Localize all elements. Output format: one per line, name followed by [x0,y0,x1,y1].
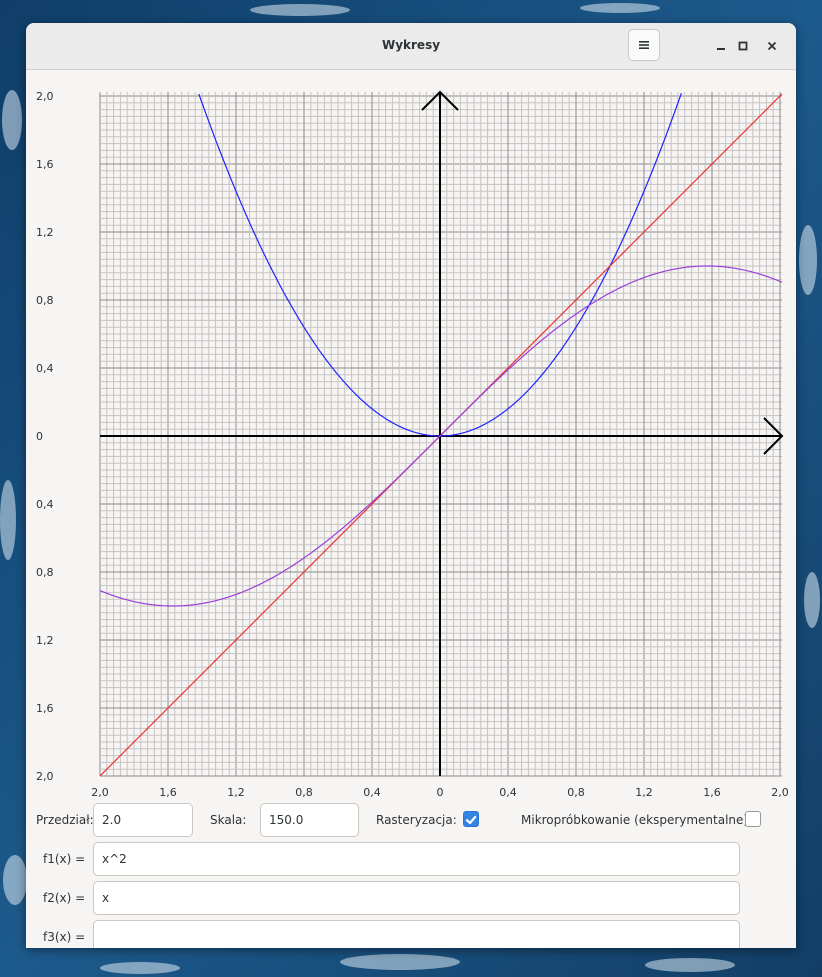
f1-input[interactable]: x^2 [93,842,740,876]
maximize-button[interactable] [732,35,754,57]
menu-button[interactable] [628,29,660,61]
y-tick-label: 1,2 [36,634,54,647]
f2-label: f2(x) = [43,891,86,905]
f2-input[interactable]: x [93,881,740,915]
function-plot[interactable]: 2,0 1,6 1,2 0,8 0,4 0 0,4 0,8 1,2 1,6 2,0 2,0 1,6 1,2… [26,70,796,810]
y-tick-label: 1,2 [36,226,54,239]
minimize-button[interactable] [710,35,732,57]
rasteryzacja-label: Rasteryzacja: [376,813,457,827]
titlebar: Wykresy [26,23,796,70]
close-icon [767,41,777,51]
x-tick-label: 2,0 [771,786,789,799]
przedzial-label: Przedział: [36,813,94,827]
menu-icon [639,41,649,49]
mikroprobkowanie-checkbox[interactable] [745,811,761,827]
x-tick-label: 0,4 [499,786,517,799]
f3-input[interactable] [93,920,740,948]
y-tick-label: 0,4 [36,362,54,375]
maximize-icon [738,41,748,51]
y-tick-label: 0,4 [36,498,54,511]
x-tick-label: 0,8 [295,786,313,799]
checkmark-icon [465,815,477,825]
x-tick-label: 0 [437,786,444,799]
skala-input[interactable]: 150.0 [260,803,359,837]
plot-area: 2,0 1,6 1,2 0,8 0,4 0 0,4 0,8 1,2 1,6 2,0 2,0 1,6 1,2… [26,70,796,810]
y-tick-label: 1,6 [36,158,54,171]
y-tick-label: 0,8 [36,566,54,579]
skala-label: Skala: [210,813,247,827]
mikroprobkowanie-label: Mikropróbkowanie (eksperymentalne): [521,813,753,827]
y-tick-label: 1,6 [36,702,54,715]
app-window: Wykresy 2,0 1,6 1,2 0,8 0,4 0 0,4 0,8 1,… [26,23,796,948]
x-tick-label: 1,2 [635,786,653,799]
rasteryzacja-checkbox[interactable] [463,811,479,827]
f1-label: f1(x) = [43,852,86,866]
x-tick-label: 1,6 [703,786,721,799]
y-tick-label: 0 [36,430,43,443]
y-tick-label: 2,0 [36,90,54,103]
window-title: Wykresy [381,38,441,52]
y-tick-label: 0,8 [36,294,54,307]
x-tick-label: 1,2 [227,786,245,799]
minimize-icon [717,48,725,50]
x-tick-label: 2,0 [91,786,109,799]
f3-label: f3(x) = [43,930,86,944]
x-tick-label: 0,8 [567,786,585,799]
y-tick-label: 2,0 [36,770,54,783]
x-tick-label: 0,4 [363,786,381,799]
przedzial-input[interactable]: 2.0 [93,803,193,837]
close-button[interactable] [761,35,783,57]
x-tick-label: 1,6 [159,786,177,799]
